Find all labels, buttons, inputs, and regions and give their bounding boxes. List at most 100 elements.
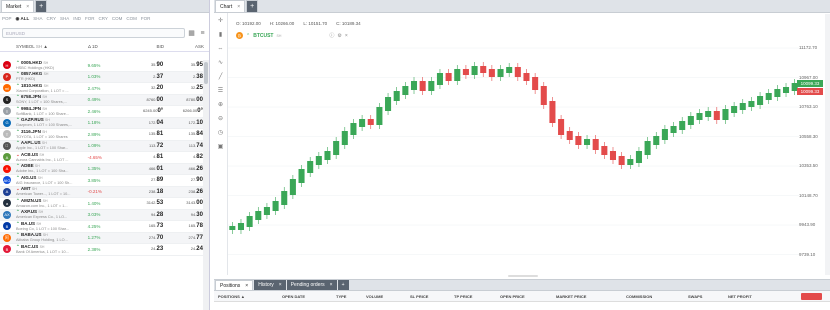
crosshair-icon[interactable]: ✛ — [218, 16, 223, 27]
category-pop[interactable]: POP — [2, 16, 12, 21]
ask-price[interactable]: 3143.00 — [163, 200, 203, 206]
bid-price[interactable]: 6245.000° — [123, 108, 163, 114]
ask-price[interactable]: 27.90 — [163, 177, 203, 183]
table-row[interactable]: T ⌃ 3116.JPN SH TOYOTA, 1 LOT = 100 Share… — [0, 129, 203, 141]
tab-pending-orders[interactable]: Pending orders × — [286, 280, 337, 290]
ask-price[interactable]: 4.82 — [163, 154, 203, 160]
table-row[interactable]: AIG ⌃ AIG.US SH AIG Insurance, 1 LOT = 10… — [0, 175, 203, 187]
ask-price[interactable]: 135.84 — [163, 131, 203, 137]
ask-price[interactable]: 2.38 — [163, 74, 203, 80]
table-row[interactable]: G ⌃ GAZP.RUS SH Gazprom, 1 LOT = 100 Shar… — [0, 117, 203, 129]
close-icon[interactable]: × — [330, 282, 333, 288]
bid-price[interactable]: 27.89 — [123, 177, 163, 183]
col-net-profit[interactable]: NET PROFIT — [728, 294, 752, 299]
add-tab-button[interactable]: + — [246, 0, 259, 12]
col-open-date[interactable]: OPEN DATE — [282, 294, 305, 299]
close-instrument-icon[interactable]: × — [345, 33, 348, 39]
col-volume[interactable]: VOLUME — [366, 294, 383, 299]
menu-icon[interactable]: ≡ — [198, 29, 207, 38]
settings-gear-icon[interactable]: ⚙ — [337, 33, 341, 39]
close-icon[interactable]: × — [279, 282, 282, 288]
add-tab-button[interactable]: + — [35, 0, 48, 12]
bid-price[interactable]: 238.18 — [123, 189, 163, 195]
category-sha[interactable]: SHA — [60, 16, 69, 21]
table-row[interactable]: B ⌃ BAC.US SH Bank Of America, 1 LOT = 10… — [0, 244, 203, 256]
tab-positions[interactable]: Positions × — [215, 280, 254, 290]
category-for[interactable]: FOR — [85, 16, 95, 21]
table-row[interactable]: ≡ ⌃ 9984.JPN SH SoftBank, 1 LOT = 100 Sha… — [0, 106, 203, 118]
ask-price[interactable]: 466.26 — [163, 166, 203, 172]
table-row[interactable]: AX ⌃ AXP.US SH American Express Co., 1 LO… — [0, 209, 203, 221]
trendline-icon[interactable]: ╱ — [219, 72, 223, 83]
close-icon[interactable]: × — [26, 4, 29, 10]
bid-price[interactable]: 466.01 — [123, 166, 163, 172]
bid-price[interactable]: 35.90 — [123, 62, 163, 68]
table-row[interactable]:  ⌃ AAPL.US SHApple Inc., 1 LOT = 100 Sh… — [0, 140, 203, 152]
market-scrollbar[interactable] — [203, 60, 209, 310]
col-symbol[interactable]: SYMBOL SH ▲ — [16, 44, 88, 49]
ask-price[interactable]: 35.95 — [163, 62, 203, 68]
zoom-in-icon[interactable]: ⊕ — [218, 100, 223, 111]
table-row[interactable]: 阿 ⌃ BABA.US SH Alibaba Group Holding, 1 L… — [0, 232, 203, 244]
bid-price[interactable]: 8760.00 — [123, 97, 164, 103]
col-tp-price[interactable]: TP PRICE — [454, 294, 472, 299]
bid-price[interactable]: 135.81 — [123, 131, 163, 137]
category-com[interactable]: COM — [112, 16, 123, 21]
bid-price[interactable]: 274.70 — [123, 235, 163, 241]
clock-icon[interactable]: ◷ — [218, 128, 223, 139]
bid-price[interactable]: 2.37 — [123, 74, 163, 80]
table-row[interactable]: A ⌃ ADBE SH Adobe Inc., 1 LOT = 100 Sha..… — [0, 163, 203, 175]
table-row[interactable]: mi ⌃ 1810.HKG SH Xiaomi Corporation, 1 LO… — [0, 83, 203, 95]
ask-price[interactable]: 274.77 — [163, 235, 203, 241]
category-cry[interactable]: CRY — [98, 16, 107, 21]
ask-price[interactable]: 32.25 — [163, 85, 203, 91]
category-cry[interactable]: CRY — [47, 16, 56, 21]
resize-handle[interactable] — [508, 275, 538, 277]
search-input[interactable]: EURUSD — [2, 28, 185, 38]
col-type[interactable]: TYPE — [336, 294, 346, 299]
ask-price[interactable]: 172.10 — [163, 120, 203, 126]
col-open-price[interactable]: OPEN PRICE — [500, 294, 525, 299]
category-ind[interactable]: IND — [73, 16, 81, 21]
table-row[interactable]: a ⌃ AMZN.US SH Amazon.com Inc., 1 LOT = 1… — [0, 198, 203, 210]
category-all[interactable]: ◉ ALL — [16, 16, 30, 22]
ask-price[interactable]: 6266.000° — [163, 108, 203, 114]
ask-price[interactable]: 238.26 — [163, 189, 203, 195]
table-row[interactable]: P ⌃ 0857.HKG SH PTR (HKD) 1.03% 2.37 2.38 — [0, 71, 203, 83]
bid-price[interactable]: 172.04 — [123, 120, 163, 126]
close-icon[interactable]: × — [237, 4, 240, 10]
table-row[interactable]: H ⌃ 0005.HKD SH HSBC Holdings (HKD) 9.65%… — [0, 60, 203, 72]
table-row[interactable]: A ⌄ AMT SH American Tower..., 1 LOT = 10.… — [0, 186, 203, 198]
col-market-price[interactable]: MARKET PRICE — [556, 294, 586, 299]
add-tab-button[interactable]: + — [337, 280, 349, 290]
instrument-label[interactable]: ₿ ⌃ BTCUST SH ⓘ ⚙ × — [236, 32, 348, 39]
category-com[interactable]: COM — [126, 16, 137, 21]
col-positions[interactable]: POSITIONS ▲ — [218, 294, 245, 299]
scrollbar-thumb[interactable] — [204, 62, 208, 84]
col-sl-price[interactable]: SL PRICE — [410, 294, 428, 299]
bid-price[interactable]: 94.28 — [123, 212, 163, 218]
tab-market[interactable]: Market × — [1, 0, 35, 12]
col-bid[interactable]: BID — [124, 44, 164, 49]
bid-price[interactable]: 3142.53 — [123, 200, 164, 206]
cursor-icon[interactable]: ⇔ — [218, 44, 224, 55]
col-change[interactable]: Δ 1D — [88, 44, 124, 49]
zoom-out-icon[interactable]: ⊖ — [218, 114, 223, 125]
table-row[interactable]: B ⌃ BA.US SH Boeing Co, 1 LOT = 100 Shar.… — [0, 221, 203, 233]
ask-price[interactable]: 24.24 — [163, 246, 203, 252]
fibonacci-icon[interactable]: ☰ — [218, 86, 223, 97]
grid-view-icon[interactable]: ▦ — [187, 29, 196, 38]
candlestick-chart[interactable] — [228, 13, 828, 275]
chart-scrollbar[interactable] — [825, 14, 830, 275]
ask-price[interactable]: 165.78 — [163, 223, 203, 229]
ask-price[interactable]: 113.74 — [163, 143, 203, 149]
bid-price[interactable]: 24.23 — [123, 246, 163, 252]
ask-price[interactable]: 8780.00 — [163, 97, 203, 103]
candles-icon[interactable]: ▮ — [219, 30, 222, 41]
ask-price[interactable]: 94.30 — [163, 212, 203, 218]
tab-history[interactable]: History × — [254, 280, 286, 290]
settings-icon[interactable]: ▣ — [218, 142, 224, 153]
info-icon[interactable]: ⓘ — [329, 32, 334, 39]
category-sha[interactable]: SHA — [33, 16, 42, 21]
col-commission[interactable]: COMMISSION — [626, 294, 652, 299]
